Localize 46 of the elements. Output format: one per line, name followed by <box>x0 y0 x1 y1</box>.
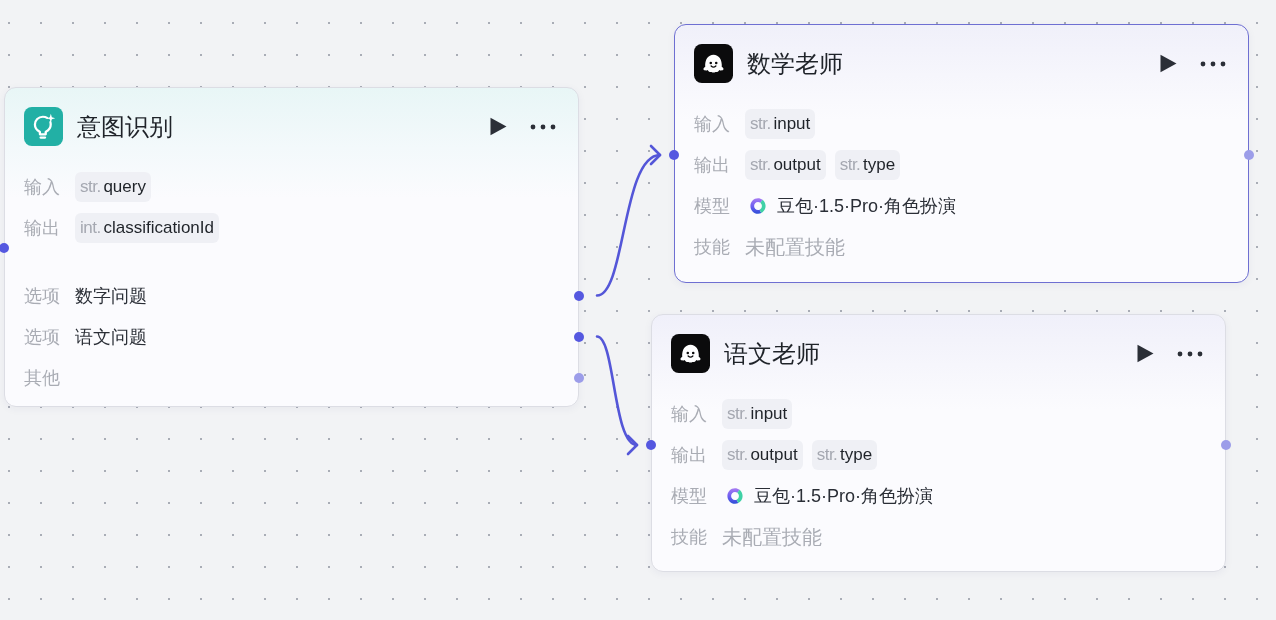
input-port[interactable] <box>0 243 9 253</box>
input-port[interactable] <box>646 440 656 450</box>
more-icon[interactable] <box>1200 60 1226 67</box>
play-icon[interactable] <box>490 117 507 136</box>
field-label: 输出 <box>671 443 707 467</box>
output-port[interactable] <box>574 290 584 301</box>
field-label: 模型 <box>671 484 707 508</box>
param-tag: str. query <box>75 171 151 202</box>
param-tag: str. output <box>745 149 826 180</box>
ring-icon <box>749 196 767 215</box>
play-icon[interactable] <box>1137 344 1154 363</box>
node-title: 数学老师 <box>747 48 843 79</box>
play-icon[interactable] <box>1160 54 1177 73</box>
field-label: 输出 <box>694 153 730 177</box>
skills-empty-text: 未配置技能 <box>745 234 845 260</box>
field-label: 输出 <box>24 216 60 240</box>
more-icon[interactable] <box>1177 350 1203 357</box>
ghost-icon <box>694 44 733 83</box>
model-name: 豆包·1.5·Pro·角色扮演 <box>777 194 956 218</box>
node-title: 语文老师 <box>724 338 820 369</box>
model-name: 豆包·1.5·Pro·角色扮演 <box>754 484 933 508</box>
option-label: 选项 <box>24 284 60 308</box>
param-tag: str. type <box>811 439 878 470</box>
output-port[interactable] <box>574 331 584 342</box>
option-label: 其他 <box>24 366 60 390</box>
field-label: 技能 <box>671 525 707 549</box>
node-title: 意图识别 <box>77 111 173 142</box>
param-tag: str. output <box>722 439 803 470</box>
field-label: 输入 <box>24 175 60 199</box>
param-tag: str. type <box>834 149 901 180</box>
param-tag: str. input <box>745 108 816 139</box>
input-port[interactable] <box>669 150 679 160</box>
skills-empty-text: 未配置技能 <box>722 524 822 550</box>
param-tag: int. classificationId <box>75 212 219 243</box>
ghost-icon <box>671 334 710 373</box>
option-value: 语文问题 <box>75 325 147 349</box>
lightbulb-icon <box>24 107 63 146</box>
option-label: 选项 <box>24 325 60 349</box>
field-label: 输入 <box>671 402 707 426</box>
ring-icon <box>726 486 744 505</box>
field-label: 输入 <box>694 112 730 136</box>
more-icon[interactable] <box>530 123 556 130</box>
field-label: 技能 <box>694 235 730 259</box>
option-value: 数字问题 <box>75 284 147 308</box>
param-tag: str. input <box>722 398 793 429</box>
field-label: 模型 <box>694 194 730 218</box>
